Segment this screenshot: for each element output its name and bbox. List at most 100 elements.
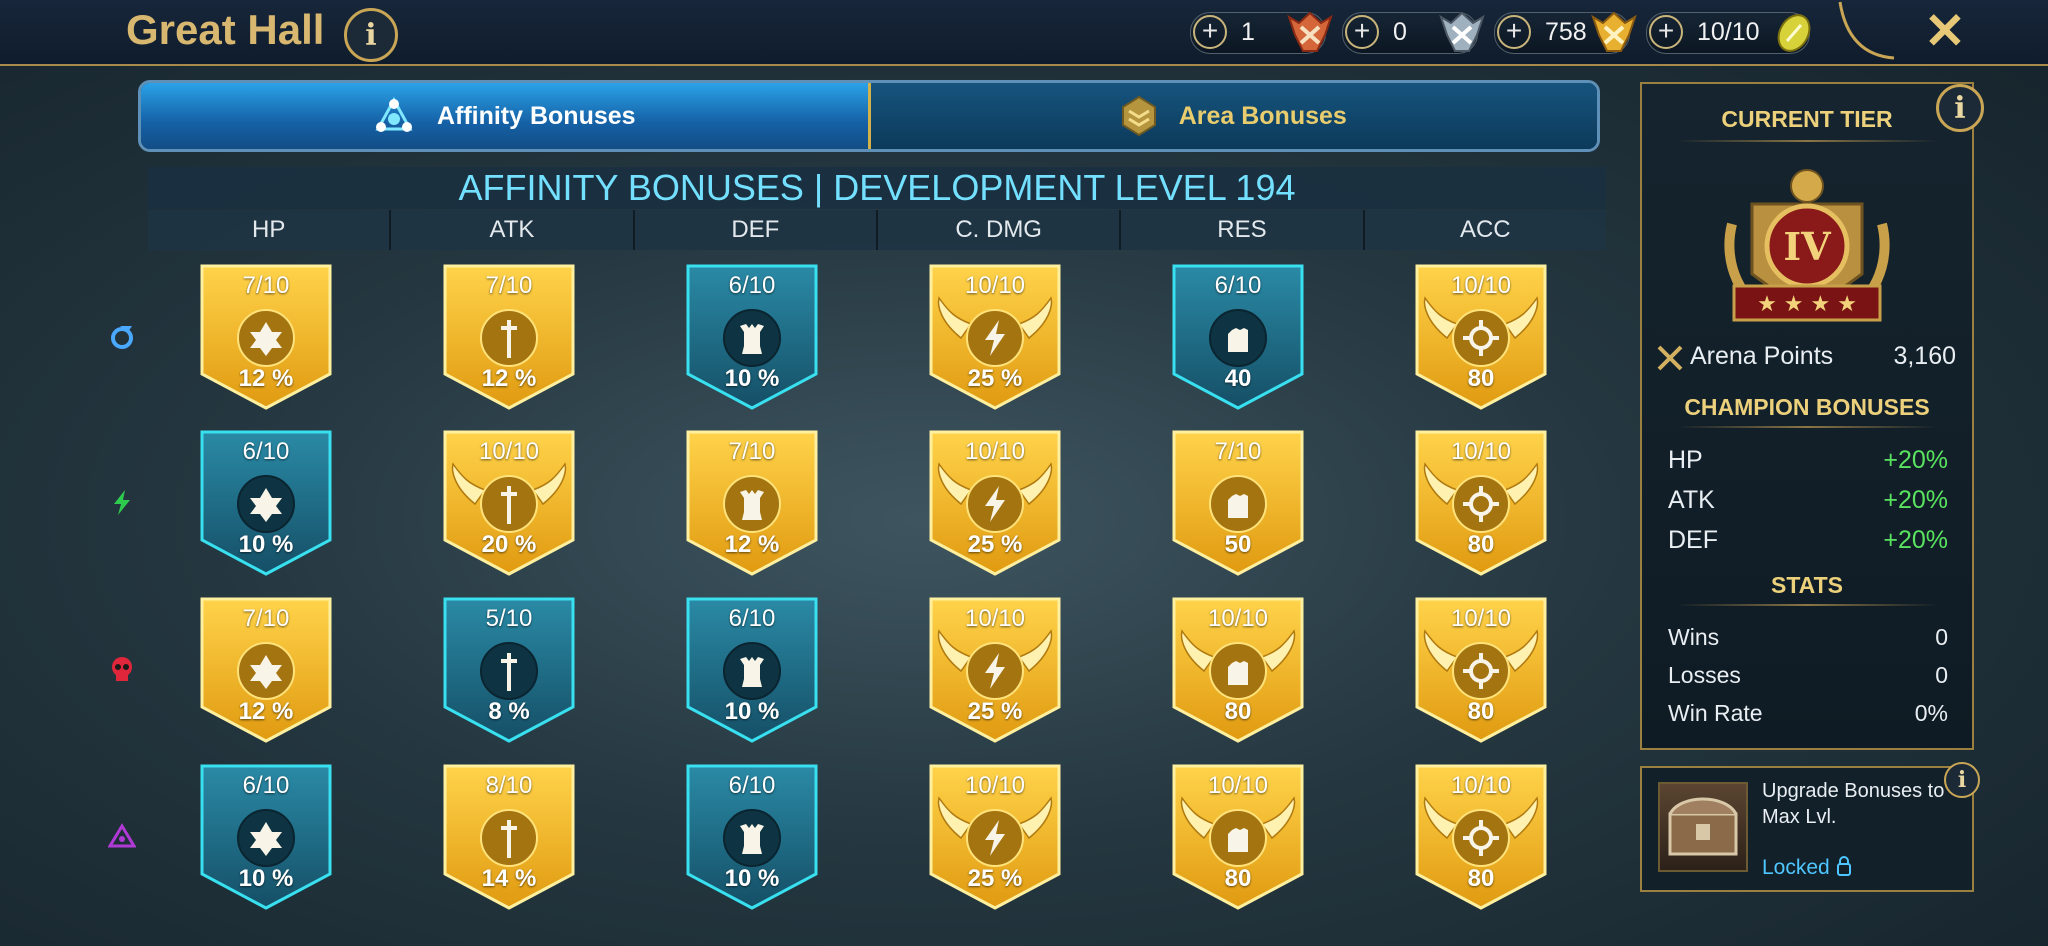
bonuses-heading-band: AFFINITY BONUSES | DEVELOPMENT LEVEL 194 <box>148 167 1606 209</box>
atk-stat-icon <box>480 309 538 367</box>
bonus-card-atk[interactable]: 5/10 8 % <box>441 595 577 745</box>
bonus-value: 80 <box>1224 698 1252 725</box>
add-resource-button[interactable]: + <box>1497 15 1531 49</box>
add-resource-button[interactable]: + <box>1193 15 1227 49</box>
bonus-value: 12 % <box>481 365 537 392</box>
bonus-card-def[interactable]: 6/10 10 % <box>684 262 820 412</box>
bonus-card-hp[interactable]: 7/10 12 % <box>198 595 334 745</box>
bonus-stat-label: HP <box>1668 446 1703 474</box>
arena-points-label: Arena Points <box>1690 342 1834 370</box>
bonus-stat-value: +20% <box>1883 526 1948 554</box>
bonus-level: 6/10 <box>728 272 776 299</box>
bonus-card-def[interactable]: 6/10 10 % <box>684 595 820 745</box>
bonus-card-res[interactable]: 6/10 40 <box>1170 262 1306 412</box>
atk-stat-icon <box>480 642 538 700</box>
hp-stat-icon <box>237 809 295 867</box>
magic-affinity-icon <box>111 326 133 349</box>
close-button[interactable]: ✕ <box>1924 2 1966 60</box>
upgrade-bonuses-card[interactable]: Upgrade Bonuses to Max Lvl. Locked <box>1640 766 1974 892</box>
bonus-card-cdmg[interactable]: 10/10 25 % <box>927 762 1063 912</box>
bonus-level: 6/10 <box>1214 272 1262 299</box>
tier-emblem-icon: IV ★ ★ ★ ★ <box>1724 169 1890 322</box>
tab-area-bonuses[interactable]: Area Bonuses <box>867 83 1597 149</box>
bonus-row-force: 7/10 12 % 5/10 8 % 6/10 10 % 10/10 25 % … <box>98 595 1598 745</box>
stats-title: STATS <box>1771 572 1843 598</box>
bonus-card-atk[interactable]: 7/10 12 % <box>441 262 577 412</box>
bonus-card-res[interactable]: 10/10 80 <box>1170 762 1306 912</box>
tab-affinity-bonuses[interactable]: Affinity Bonuses <box>141 83 868 149</box>
bonus-value: 10 % <box>724 365 780 392</box>
bonus-card-cdmg[interactable]: 10/10 25 % <box>927 428 1063 578</box>
acc-stat-icon <box>1452 309 1510 367</box>
stat-value: 0 <box>1935 662 1948 688</box>
bonus-value: 12 % <box>724 531 780 558</box>
bonus-card-def[interactable]: 7/10 12 % <box>684 428 820 578</box>
bonus-card-acc[interactable]: 10/10 80 <box>1413 595 1549 745</box>
cdmg-stat-icon <box>966 475 1024 533</box>
red-emblem-icon <box>1287 11 1333 52</box>
champion-bonuses-title: CHAMPION BONUSES <box>1684 394 1930 420</box>
stat-label: Win Rate <box>1668 700 1763 726</box>
resource-count: 10/10 <box>1697 18 1760 46</box>
cdmg-stat-icon <box>966 309 1024 367</box>
bonus-level: 10/10 <box>1450 272 1512 299</box>
bonus-level: 7/10 <box>728 438 776 465</box>
bonus-level: 6/10 <box>242 438 290 465</box>
tier-numeral: IV <box>1783 224 1832 269</box>
bonus-card-hp[interactable]: 6/10 10 % <box>198 428 334 578</box>
bonus-value: 80 <box>1467 365 1495 392</box>
info-icon[interactable]: i <box>1936 84 1984 132</box>
bonus-card-cdmg[interactable]: 10/10 25 % <box>927 595 1063 745</box>
bonus-value: 8 % <box>488 698 530 725</box>
info-icon[interactable]: i <box>344 8 398 62</box>
bonus-card-acc[interactable]: 10/10 80 <box>1413 762 1549 912</box>
bonus-card-hp[interactable]: 6/10 10 % <box>198 762 334 912</box>
bonus-value: 80 <box>1224 865 1252 892</box>
chest-icon <box>1658 782 1748 872</box>
bonus-card-acc[interactable]: 10/10 80 <box>1413 428 1549 578</box>
bonus-card-hp[interactable]: 7/10 12 % <box>198 262 334 412</box>
cdmg-stat-icon <box>966 809 1024 867</box>
bonus-card-atk[interactable]: 8/10 14 % <box>441 762 577 912</box>
bonus-card-acc[interactable]: 10/10 80 <box>1413 262 1549 412</box>
current-tier-title: CURRENT TIER <box>1721 106 1893 132</box>
bonus-level: 7/10 <box>242 272 290 299</box>
bonus-value: 25 % <box>967 865 1023 892</box>
res-stat-icon <box>1209 642 1267 700</box>
bonus-level: 10/10 <box>964 272 1026 299</box>
add-resource-button[interactable]: + <box>1345 15 1379 49</box>
bonus-value: 25 % <box>967 698 1023 725</box>
bonus-value: 12 % <box>238 365 294 392</box>
upgrade-description: Upgrade Bonuses to Max Lvl. <box>1762 780 1945 828</box>
bonus-card-res[interactable]: 7/10 50 <box>1170 428 1306 578</box>
bonus-stat-label: DEF <box>1668 526 1718 554</box>
bonus-value: 10 % <box>238 865 294 892</box>
bonus-level: 10/10 <box>1207 605 1269 632</box>
resource-gold-emblem: + 758 <box>1494 11 1637 54</box>
champion-bonus-def: DEF +20% <box>1668 526 1948 558</box>
res-stat-icon <box>1209 475 1267 533</box>
bonus-level: 10/10 <box>1450 605 1512 632</box>
column-headers: HP ATK DEF C. DMG RES ACC <box>148 210 1606 250</box>
stat-win-rate: Win Rate 0% <box>1668 700 1948 732</box>
gold-emblem-icon <box>1591 11 1637 52</box>
bonus-card-cdmg[interactable]: 10/10 25 % <box>927 262 1063 412</box>
corner-ornament <box>1838 1 1895 60</box>
arena-points-row: Arena Points 3,160 <box>1656 340 1956 376</box>
bonus-card-res[interactable]: 10/10 80 <box>1170 595 1306 745</box>
bonus-value: 10 % <box>724 865 780 892</box>
hp-stat-icon <box>237 309 295 367</box>
divider <box>1676 604 1938 606</box>
bonus-value: 80 <box>1467 531 1495 558</box>
bonus-level: 8/10 <box>485 772 533 799</box>
tab-bar: Affinity Bonuses Area Bonuses <box>138 80 1600 152</box>
bonus-card-def[interactable]: 6/10 10 % <box>684 762 820 912</box>
divider <box>1676 140 1938 142</box>
bonus-level: 10/10 <box>478 438 540 465</box>
area-banner-icon <box>1121 95 1156 137</box>
info-icon[interactable]: i <box>1944 762 1980 798</box>
bonus-card-atk[interactable]: 10/10 20 % <box>441 428 577 578</box>
add-resource-button[interactable]: + <box>1649 15 1683 49</box>
stat-label: Losses <box>1668 662 1741 688</box>
res-stat-icon <box>1209 809 1267 867</box>
